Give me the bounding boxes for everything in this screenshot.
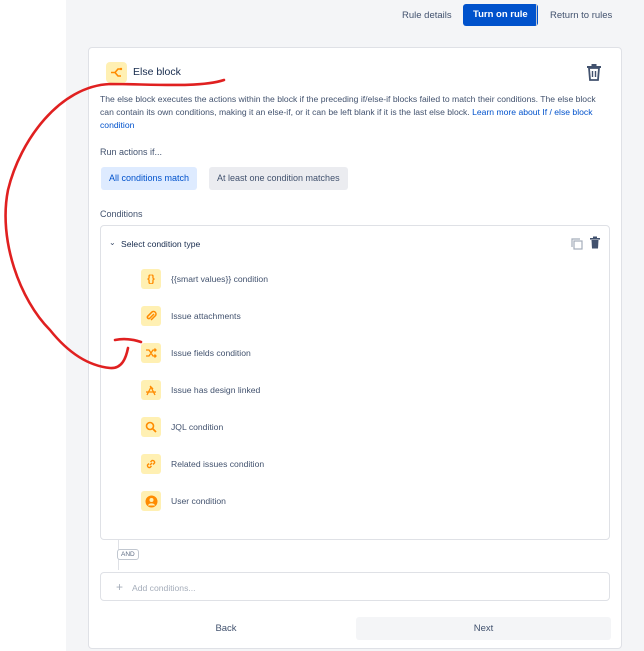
and-badge: AND: [117, 549, 139, 560]
condition-item-label: {{smart values}} condition: [171, 274, 268, 284]
at-least-one-condition-option[interactable]: At least one condition matches: [209, 167, 348, 190]
copy-icon[interactable]: [571, 237, 583, 250]
paperclip-icon: [141, 306, 161, 326]
condition-item-label: Issue has design linked: [171, 385, 261, 395]
select-condition-type-label: Select condition type: [121, 239, 201, 249]
next-button[interactable]: Next: [356, 617, 611, 640]
plus-icon: +: [116, 580, 124, 594]
conditions-label: Conditions: [100, 209, 143, 219]
search-icon: [141, 417, 161, 437]
delete-condition-icon[interactable]: [589, 236, 601, 249]
return-to-rules-button[interactable]: Return to rules: [544, 5, 618, 27]
condition-type-box: ⌄ Select condition type {} {{smart value…: [100, 225, 610, 540]
run-actions-label: Run actions if...: [100, 147, 163, 157]
else-block-panel: Else block The else block executes the a…: [88, 47, 622, 649]
condition-item-label: Issue attachments: [171, 311, 241, 321]
left-margin: [0, 0, 66, 651]
back-button[interactable]: Back: [178, 618, 274, 640]
smart-values-icon: {}: [141, 269, 161, 289]
condition-item-label: Issue fields condition: [171, 348, 251, 358]
design-icon: [141, 380, 161, 400]
condition-item-label: JQL condition: [171, 422, 224, 432]
top-bar: Rule details Turn on rule Return to rule…: [66, 0, 644, 32]
shuffle-icon: [141, 343, 161, 363]
branch-icon: [106, 62, 127, 83]
topbar-divider: [536, 4, 537, 26]
chevron-down-icon[interactable]: ⌄: [109, 238, 116, 247]
delete-block-icon[interactable]: [586, 63, 602, 81]
add-conditions-label: Add conditions...: [132, 583, 196, 593]
add-conditions-button[interactable]: + Add conditions...: [100, 572, 610, 601]
turn-on-rule-button[interactable]: Turn on rule: [463, 4, 538, 26]
all-conditions-match-option[interactable]: All conditions match: [101, 167, 198, 190]
block-title: Else block: [133, 66, 181, 78]
user-icon: [141, 491, 161, 511]
link-icon: [141, 454, 161, 474]
condition-item-label: Related issues condition: [171, 459, 265, 469]
block-description: The else block executes the actions with…: [100, 93, 610, 132]
rule-details-button[interactable]: Rule details: [396, 5, 458, 27]
condition-item-label: User condition: [171, 496, 226, 506]
